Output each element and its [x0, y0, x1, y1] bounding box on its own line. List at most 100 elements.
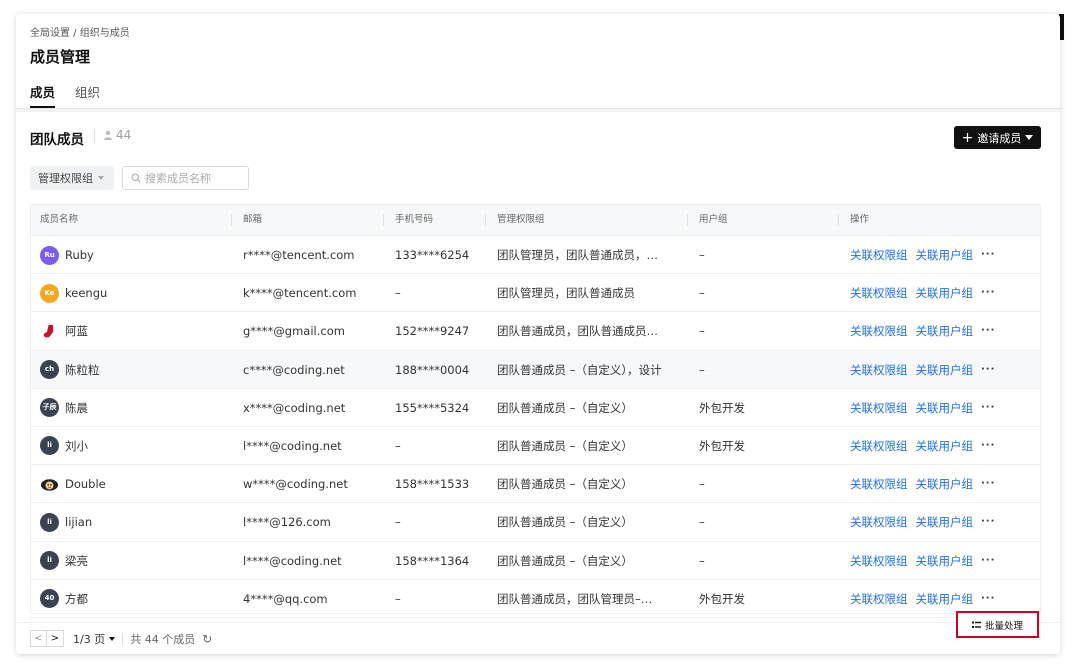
- member-name-cell: li 刘小: [40, 427, 230, 465]
- more-actions-icon[interactable]: ···: [981, 351, 995, 389]
- member-search-input[interactable]: [145, 171, 235, 185]
- link-user-group-button[interactable]: 关联用户组: [916, 503, 974, 541]
- header-actions: 操作: [850, 214, 870, 225]
- avatar: Ru: [40, 245, 59, 265]
- table-row: 40 方都 4****@qq.com – 团队普通成员，团队管理员–… 外包开发…: [30, 580, 1041, 618]
- invite-member-label: 邀请成员: [977, 131, 1022, 145]
- link-user-group-button[interactable]: 关联用户组: [916, 389, 974, 427]
- link-user-group-button[interactable]: 关联用户组: [916, 236, 974, 274]
- more-actions-icon[interactable]: ···: [981, 427, 995, 465]
- link-permission-group-button[interactable]: 关联权限组: [850, 389, 908, 427]
- header-divider: [485, 214, 486, 226]
- page-indicator: 1/3 页: [73, 632, 106, 646]
- refresh-icon[interactable]: ↻: [202, 632, 212, 646]
- member-name[interactable]: 方都: [65, 580, 88, 618]
- header-user-group: 用户组: [699, 214, 728, 225]
- link-permission-group-button[interactable]: 关联权限组: [850, 312, 908, 350]
- breadcrumb[interactable]: 全局设置 / 组织与成员: [30, 24, 130, 39]
- more-actions-icon[interactable]: ···: [981, 542, 995, 580]
- avatar: ch: [40, 360, 59, 380]
- link-permission-group-button[interactable]: 关联权限组: [850, 427, 908, 465]
- member-name[interactable]: 陈晨: [65, 389, 88, 427]
- more-actions-icon[interactable]: ···: [981, 274, 995, 312]
- member-user-group: –: [699, 248, 705, 262]
- header-divider: [231, 214, 232, 226]
- more-actions-icon[interactable]: ···: [981, 312, 995, 350]
- row-actions: 关联权限组 关联用户组 ···: [850, 236, 1035, 274]
- member-name[interactable]: 梁亮: [65, 542, 88, 580]
- member-name-cell: ch 陈粒粒: [40, 351, 230, 389]
- table-row: li lijian l****@126.com – 团队普通成员 –（自定义） …: [30, 503, 1041, 542]
- caret-down-icon: [98, 176, 104, 180]
- member-phone: –: [395, 438, 401, 453]
- user-icon: [104, 130, 112, 140]
- member-email: 4****@qq.com: [243, 591, 328, 606]
- link-permission-group-button[interactable]: 关联权限组: [850, 580, 908, 618]
- table-footer: < > 1/3 页 共 44 个成员 ↻: [16, 622, 1060, 654]
- table-body: Ru Ruby r****@tencent.com 133****6254 团队…: [30, 236, 1041, 618]
- link-user-group-button[interactable]: 关联用户组: [916, 351, 974, 389]
- member-user-group: 外包开发: [699, 591, 745, 606]
- pagination: < > 1/3 页 共 44 个成员 ↻: [30, 630, 212, 647]
- member-name[interactable]: 陈粒粒: [65, 351, 100, 389]
- member-email: r****@tencent.com: [243, 248, 355, 262]
- member-user-group: –: [699, 477, 705, 492]
- more-actions-icon[interactable]: ···: [981, 465, 995, 503]
- tab-members[interactable]: 成员: [30, 84, 56, 108]
- row-actions: 关联权限组 关联用户组 ···: [850, 351, 1035, 389]
- link-permission-group-button[interactable]: 关联权限组: [850, 236, 908, 274]
- member-permission-groups: 团队普通成员，团队管理员–…: [497, 591, 653, 606]
- more-actions-icon[interactable]: ···: [981, 236, 995, 274]
- member-email: x****@coding.net: [243, 400, 346, 415]
- batch-process-button[interactable]: 批量处理: [956, 611, 1039, 638]
- member-name[interactable]: Ruby: [65, 236, 94, 274]
- next-page-button[interactable]: >: [47, 630, 64, 647]
- member-search-box: [122, 166, 249, 190]
- link-user-group-button[interactable]: 关联用户组: [916, 427, 974, 465]
- more-actions-icon[interactable]: ···: [981, 389, 995, 427]
- member-name[interactable]: Double: [65, 465, 106, 503]
- member-email: l****@coding.net: [243, 553, 342, 568]
- header-divider: [687, 214, 688, 226]
- link-permission-group-button[interactable]: 关联权限组: [850, 274, 908, 312]
- page-select[interactable]: 1/3 页: [73, 631, 116, 647]
- member-phone: 158****1364: [395, 553, 470, 568]
- tab-organization[interactable]: 组织: [75, 84, 100, 108]
- total-members: 共 44 个成员: [130, 632, 196, 646]
- member-permission-groups: 团队管理员，团队普通成员，…: [497, 248, 658, 262]
- app-window: 全局设置 / 组织与成员 成员管理 成员 组织 团队成员 44 + 邀请成员 管…: [16, 14, 1060, 654]
- member-name[interactable]: 阿蓝: [65, 312, 88, 350]
- link-permission-group-button[interactable]: 关联权限组: [850, 465, 908, 503]
- more-actions-icon[interactable]: ···: [981, 503, 995, 541]
- member-name[interactable]: keengu: [65, 274, 107, 312]
- list-icon: [971, 621, 981, 628]
- avatar: 子辰: [40, 398, 59, 418]
- permission-group-filter[interactable]: 管理权限组: [30, 166, 114, 190]
- member-phone: –: [395, 286, 401, 301]
- search-icon: [131, 173, 141, 183]
- link-user-group-button[interactable]: 关联用户组: [916, 542, 974, 580]
- member-user-group: –: [699, 286, 705, 301]
- member-name[interactable]: lijian: [65, 503, 92, 541]
- link-user-group-button[interactable]: 关联用户组: [916, 312, 974, 350]
- link-permission-group-button[interactable]: 关联权限组: [850, 503, 908, 541]
- member-permission-groups: 团队普通成员，团队普通成员…: [497, 324, 658, 339]
- member-user-group: 外包开发: [699, 438, 745, 453]
- header-member-name: 成员名称: [40, 214, 79, 225]
- link-permission-group-button[interactable]: 关联权限组: [850, 542, 908, 580]
- member-permission-groups: 团队管理员，团队普通成员: [497, 286, 635, 301]
- link-user-group-button[interactable]: 关联用户组: [916, 465, 974, 503]
- table-row: 阿蓝 g****@gmail.com 152****9247 团队普通成员，团队…: [30, 312, 1041, 351]
- invite-member-button[interactable]: + 邀请成员: [954, 126, 1041, 149]
- link-permission-group-button[interactable]: 关联权限组: [850, 351, 908, 389]
- team-members-title: 团队成员: [30, 132, 84, 148]
- member-name[interactable]: 刘小: [65, 427, 88, 465]
- member-count: 44: [103, 128, 131, 142]
- header-divider: [383, 214, 384, 226]
- link-user-group-button[interactable]: 关联用户组: [916, 274, 974, 312]
- table-header: 成员名称 邮箱 手机号码 管理权限组 用户组 操作: [30, 204, 1041, 236]
- member-phone: –: [395, 515, 401, 530]
- member-phone: 188****0004: [395, 362, 470, 377]
- member-email: g****@gmail.com: [243, 324, 345, 339]
- prev-page-button[interactable]: <: [30, 630, 47, 647]
